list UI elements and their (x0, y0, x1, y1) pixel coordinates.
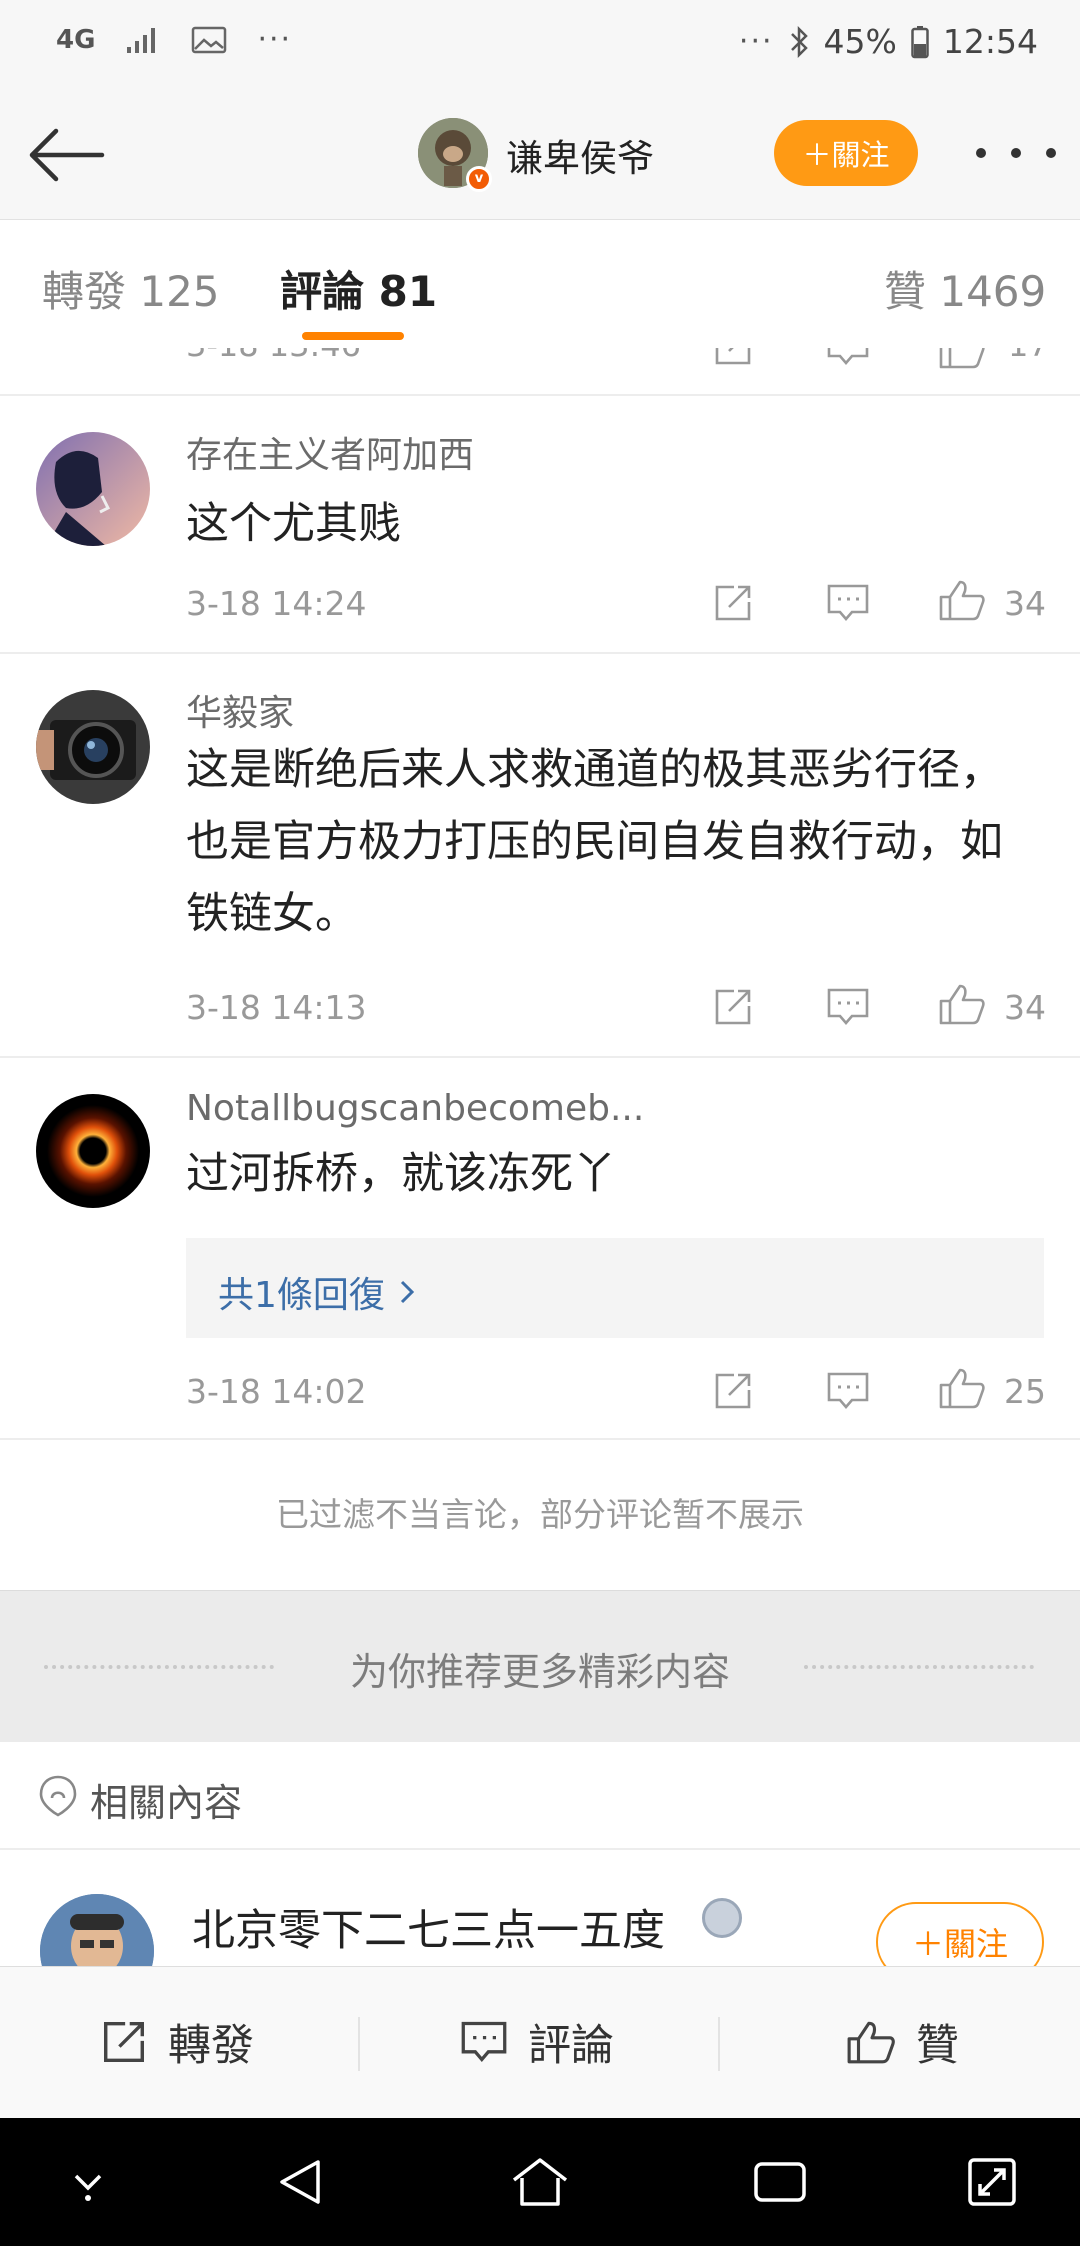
suggested-user-name[interactable]: 北京零下二七三点一五度 (192, 1896, 665, 1958)
comment-text: 这个尤其贱 (186, 499, 401, 549)
share-icon[interactable] (712, 348, 754, 368)
related-content-icon (39, 1775, 77, 1817)
back-button[interactable] (26, 120, 106, 190)
top-nav: v 谦卑侯爷 ＋關注 (0, 90, 1080, 220)
reply-icon[interactable] (826, 348, 870, 368)
rotate-screen-icon[interactable] (966, 2156, 1018, 2208)
battery-percent: 45% (823, 22, 897, 61)
like-count: 25 (1004, 1372, 1046, 1411)
dotted-line (804, 1665, 1034, 1669)
comment-label: 評論 (528, 2021, 614, 2071)
replies-box[interactable]: 共1條回復 (186, 1238, 1044, 1338)
system-nav-bar (0, 2118, 1080, 2246)
reply-icon[interactable] (826, 1370, 870, 1412)
recent-apps-icon[interactable] (752, 2156, 808, 2208)
tab-reposts[interactable]: 轉發 125 (42, 258, 220, 319)
chevron-right-icon (400, 1280, 415, 1304)
more-options-icon[interactable] (976, 128, 1056, 178)
person-avatar-image (40, 1894, 154, 1966)
repost-button[interactable]: 轉發 (100, 2011, 254, 2073)
tab-bar: 轉發 125 評論 81 贊 1469 (0, 220, 1080, 348)
like-icon[interactable] (938, 1366, 986, 1410)
medal-icon (702, 1898, 742, 1938)
filtered-comments-note: 已过滤不当言论，部分评论暂不展示 (0, 1440, 1080, 1590)
bottom-action-bar: 轉發 評論 贊 (0, 1966, 1080, 2118)
user-name[interactable]: 谦卑侯爷 (506, 128, 654, 182)
share-icon[interactable] (712, 986, 754, 1028)
suggested-follow-button[interactable]: ＋關注 (876, 1902, 1044, 1966)
back-nav-icon[interactable] (274, 2156, 326, 2208)
repost-label: 轉發 (168, 2021, 254, 2071)
image-notification-icon (192, 26, 227, 53)
comment-time: 3-18 14:02 (186, 1372, 367, 1411)
like-label: 贊 (916, 2021, 959, 2071)
like-icon[interactable] (938, 348, 986, 370)
divider (358, 2017, 360, 2071)
repost-icon (104, 2022, 144, 2062)
share-icon[interactable] (712, 1370, 754, 1412)
reply-icon[interactable] (826, 986, 870, 1028)
network-indicator: 4G (56, 24, 96, 55)
like-count: 34 (1004, 988, 1046, 1027)
battery-icon (911, 25, 929, 58)
bluetooth-icon (790, 25, 808, 58)
status-bar: 4G ··· ··· 45% 12:54 (0, 0, 1080, 90)
active-tab-indicator (302, 332, 404, 340)
related-content-title: 相關內容 (90, 1781, 243, 1825)
comment-text-line: 铁链女。 (186, 889, 358, 939)
signal-icon (127, 27, 156, 53)
follow-button[interactable]: ＋關注 (774, 120, 918, 186)
comment-text-line: 也是官方极力打压的民间自发自救行动，如 (186, 817, 1003, 867)
tab-comments[interactable]: 評論 81 (280, 258, 437, 319)
comment-time: 3-18 14:24 (186, 584, 367, 623)
suggested-user-avatar[interactable] (40, 1894, 154, 1966)
like-icon[interactable] (938, 982, 986, 1026)
thumbs-up-icon (847, 2021, 895, 2064)
comment-text: 这是断绝后来人求救通道的极其恶劣行径， 也是官方极力打压的民间自发自救行动，如 … (186, 734, 1046, 950)
comment-icon (461, 2021, 507, 2062)
anime-avatar-image (36, 432, 150, 546)
tab-likes[interactable]: 贊 1469 (884, 258, 1046, 319)
recommend-divider: 为你推荐更多精彩内容 (0, 1590, 1080, 1742)
commenter-name[interactable]: 华毅家 (186, 684, 294, 736)
comment-time: 3-18 14:13 (186, 988, 367, 1027)
camera-avatar-image (36, 690, 150, 804)
comment-item: Notallbugscanbecomeb... 过河拆桥，就该冻死丫 共1條回復… (0, 1058, 1080, 1440)
comment-item: 华毅家 这是断绝后来人求救通道的极其恶劣行径， 也是官方极力打压的民间自发自救行… (0, 654, 1080, 1058)
share-icon[interactable] (712, 582, 754, 624)
comment-item: 存在主义者阿加西 这个尤其贱 3-18 14:24 34 (0, 396, 1080, 654)
home-nav-icon[interactable] (510, 2156, 570, 2208)
back-arrow-icon (29, 128, 105, 182)
commenter-avatar[interactable] (36, 1094, 150, 1208)
commenter-name[interactable]: 存在主义者阿加西 (186, 426, 474, 478)
notification-overflow: ··· (257, 22, 293, 57)
comment-text-line: 这是断绝后来人求救通道的极其恶劣行径， (186, 745, 1003, 795)
view-replies-label: 共1條回復 (218, 1275, 385, 1316)
related-content-header: 相關內容 (0, 1742, 1080, 1850)
hide-keyboard-icon[interactable] (66, 2156, 110, 2208)
commenter-avatar[interactable] (36, 690, 150, 804)
comment-text: 过河拆桥，就该冻死丫 (186, 1149, 616, 1199)
partial-comment: 3-18 13:46 17 (0, 348, 1080, 396)
status-overflow: ··· (738, 24, 774, 59)
commenter-name[interactable]: Notallbugscanbecomeb... (186, 1088, 644, 1129)
suggested-user-card[interactable]: 北京零下二七三点一五度 ＋關注 (0, 1850, 1080, 1966)
comment-time: 3-18 13:46 (186, 348, 361, 364)
divider (718, 2017, 720, 2071)
black-hole-avatar-image (36, 1094, 150, 1208)
like-count: 17 (1008, 348, 1049, 364)
like-count: 34 (1004, 584, 1046, 623)
like-icon[interactable] (938, 578, 986, 622)
commenter-avatar[interactable] (36, 432, 150, 546)
like-button[interactable]: 贊 (846, 2011, 959, 2073)
view-replies-link[interactable]: 共1條回復 (218, 1266, 415, 1318)
reply-icon[interactable] (826, 582, 870, 624)
clock: 12:54 (942, 22, 1038, 61)
verified-badge-icon: v (466, 166, 492, 192)
comment-button[interactable]: 評論 (460, 2011, 614, 2073)
